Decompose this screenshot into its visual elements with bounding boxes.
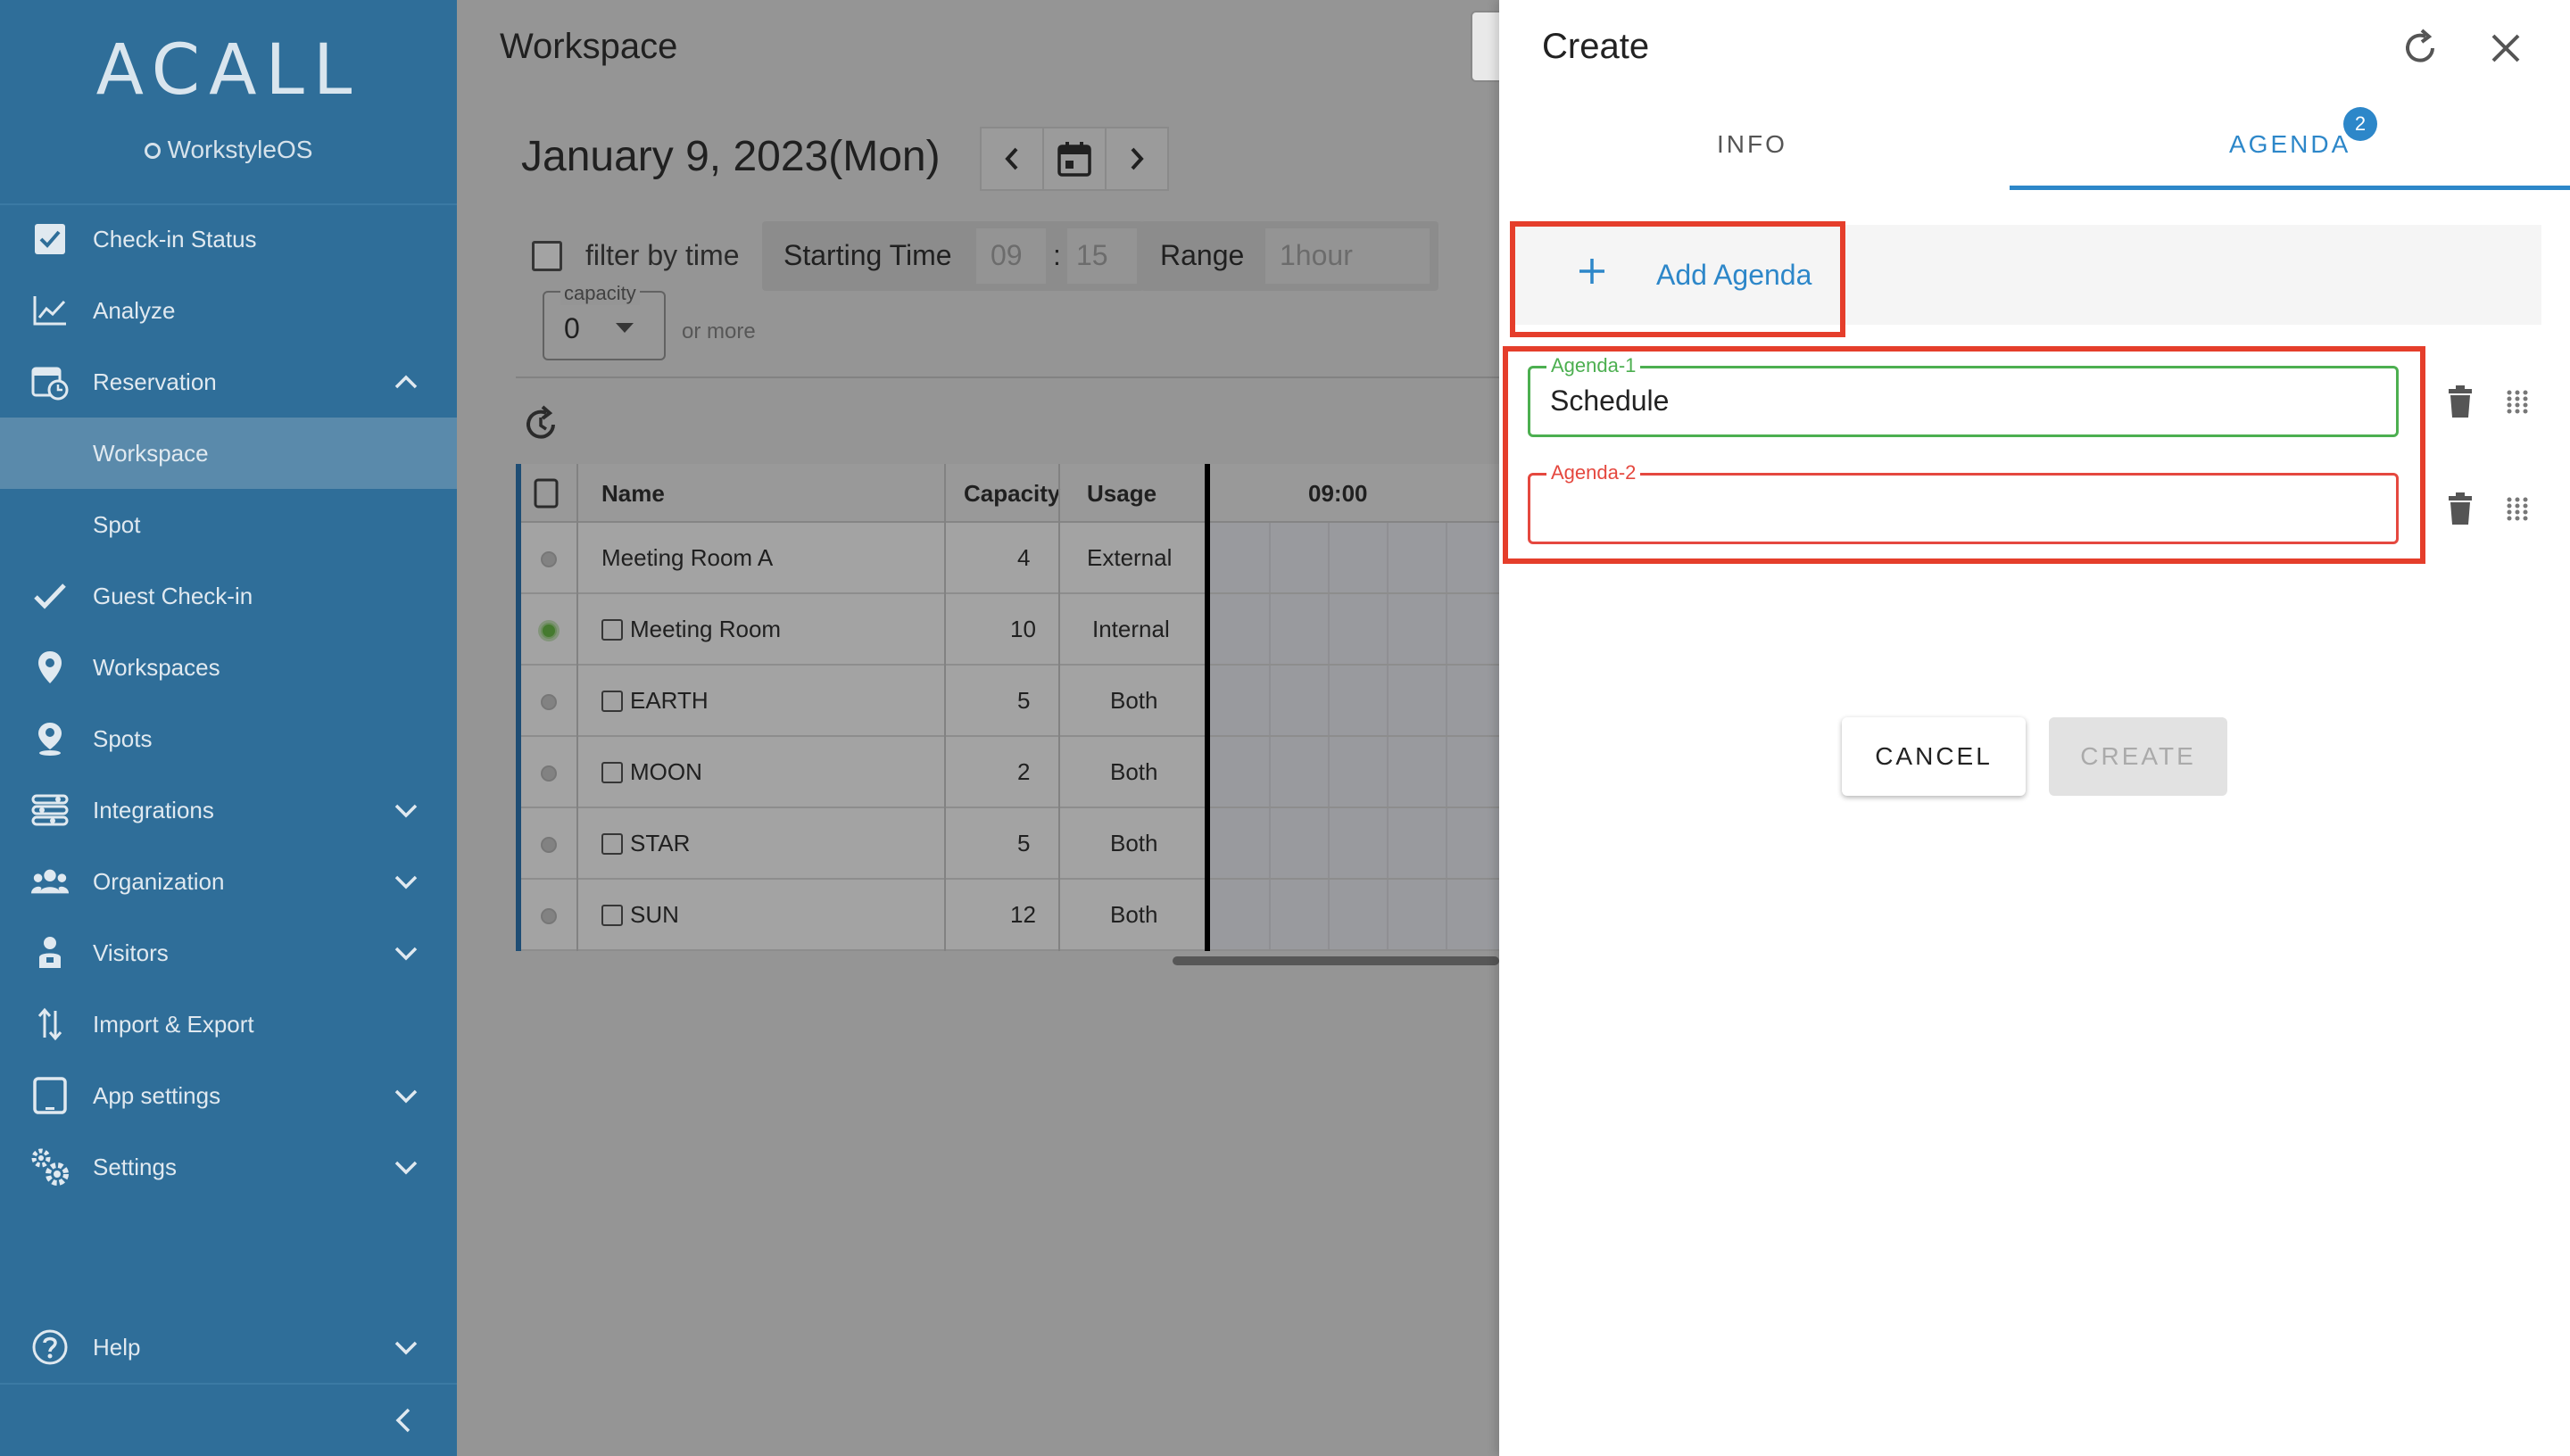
check-icon <box>30 576 70 616</box>
trash-icon[interactable] <box>2445 491 2475 526</box>
sidebar-item-label: Analyze <box>93 296 176 324</box>
collapse-sidebar-icon[interactable] <box>389 1402 416 1438</box>
sidebar-item-label: Help <box>93 1333 141 1361</box>
sidebar-item-label: Import & Export <box>93 1010 254 1038</box>
chevron-down-icon <box>394 875 418 889</box>
highlight-agenda-fields <box>1503 346 2425 564</box>
sidebar-item-spot[interactable]: Spot <box>0 489 457 560</box>
chevron-up-icon <box>394 375 418 389</box>
person-pin-icon <box>30 719 70 758</box>
gears-icon <box>30 1147 70 1187</box>
sidebar-item-visitors[interactable]: Visitors <box>0 917 457 989</box>
sidebar-item-import-export[interactable]: Import & Export <box>0 989 457 1060</box>
sidebar-item-label: Organization <box>93 867 225 895</box>
sidebar-item-label: Spot <box>93 510 141 538</box>
create-button[interactable]: CREATE <box>2049 717 2227 796</box>
integrations-icon <box>30 790 70 830</box>
people-icon <box>30 862 70 901</box>
import-export-icon <box>30 1005 70 1044</box>
close-icon[interactable] <box>2488 30 2524 66</box>
sidebar-item-label: Settings <box>93 1153 177 1180</box>
calendar-clock-icon <box>30 362 70 401</box>
sidebar-item-label: Workspaces <box>93 653 220 681</box>
location-pin-icon <box>30 648 70 687</box>
sidebar-item-workspace[interactable]: Workspace <box>0 418 457 489</box>
sidebar-item-label: Check-in Status <box>93 225 257 252</box>
sidebar-item-label: Guest Check-in <box>93 582 253 609</box>
sidebar-item-spots[interactable]: Spots <box>0 703 457 774</box>
sidebar-item-organization[interactable]: Organization <box>0 846 457 917</box>
sidebar-item-label: Spots <box>93 724 153 752</box>
tab-info[interactable]: INFO <box>1717 130 1787 159</box>
workstyleos-label: WorkstyleOS <box>167 136 313 163</box>
drag-handle-icon[interactable] <box>2506 496 2529 523</box>
panel-title: Create <box>1542 27 1650 66</box>
sidebar-divider <box>0 1383 457 1385</box>
sidebar-item-reservation[interactable]: Reservation <box>0 346 457 418</box>
ring-icon <box>144 143 161 159</box>
sidebar-item-label: Workspace <box>93 439 209 467</box>
chevron-down-icon <box>394 1341 418 1355</box>
sidebar-item-label: Reservation <box>93 368 217 395</box>
sidebar-item-analyze[interactable]: Analyze <box>0 275 457 346</box>
sidebar-item-integrations[interactable]: Integrations <box>0 774 457 846</box>
chevron-down-icon <box>394 804 418 818</box>
tab-agenda[interactable]: AGENDA <box>2229 130 2350 159</box>
sidebar-item-checkin-status[interactable]: Check-in Status <box>0 203 457 275</box>
visitor-icon <box>30 933 70 972</box>
checkbox-icon <box>30 219 70 259</box>
sidebar-item-guest-checkin[interactable]: Guest Check-in <box>0 560 457 632</box>
agenda-count-badge: 2 <box>2343 107 2377 141</box>
modal-overlay[interactable] <box>457 0 1499 1456</box>
chart-icon <box>30 291 70 330</box>
active-tab-indicator <box>2010 186 2570 190</box>
help-icon <box>30 1328 70 1367</box>
chevron-down-icon <box>394 1089 418 1104</box>
workstyleos-logo: WorkstyleOS <box>0 136 457 164</box>
chevron-down-icon <box>394 947 418 961</box>
drag-handle-icon[interactable] <box>2506 389 2529 416</box>
chevron-down-icon <box>394 1161 418 1175</box>
sidebar: ACALL WorkstyleOS Check-in Status Analyz… <box>0 0 457 1456</box>
sidebar-item-settings[interactable]: Settings <box>0 1131 457 1203</box>
sidebar-item-app-settings[interactable]: App settings <box>0 1060 457 1131</box>
sidebar-item-label: Visitors <box>93 939 169 966</box>
cancel-button[interactable]: CANCEL <box>1842 717 2026 796</box>
sidebar-item-help[interactable]: Help <box>0 1311 457 1383</box>
tablet-icon <box>30 1076 70 1115</box>
highlight-add-agenda <box>1510 221 1845 337</box>
sidebar-item-label: Integrations <box>93 796 214 823</box>
trash-icon[interactable] <box>2445 384 2475 419</box>
sidebar-item-label: App settings <box>93 1081 221 1109</box>
refresh-icon[interactable] <box>2399 27 2442 70</box>
sidebar-item-workspaces[interactable]: Workspaces <box>0 632 457 703</box>
acall-logo: ACALL <box>95 30 361 111</box>
create-panel: Create INFO AGENDA 2 Add Agenda Agenda-1… <box>1499 0 2570 1456</box>
